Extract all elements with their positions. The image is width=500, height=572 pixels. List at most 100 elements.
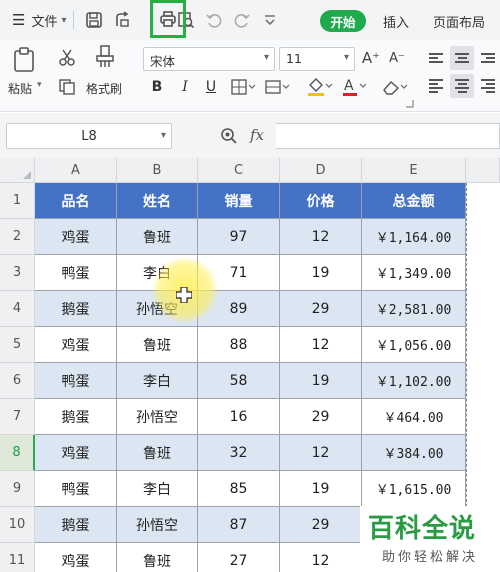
tab-start[interactable]: 开始	[320, 10, 366, 32]
table-cell[interactable]: 87	[198, 507, 280, 543]
table-cell[interactable]: 85	[198, 471, 280, 507]
row-header-1[interactable]: 1	[0, 183, 35, 219]
row-header-8[interactable]: 8	[0, 435, 35, 471]
file-menu[interactable]: ☰ 文件 ▾	[12, 11, 67, 30]
table-cell[interactable]: 29	[280, 399, 362, 435]
font-color-button[interactable]: A	[340, 76, 370, 98]
table-cell[interactable]: ￥1,102.00	[362, 363, 466, 399]
select-all-corner[interactable]	[0, 158, 35, 183]
row-header-11[interactable]: 11	[0, 543, 35, 572]
bold-button[interactable]: B	[148, 76, 166, 98]
row-header-6[interactable]: 6	[0, 363, 35, 399]
font-name-select[interactable]: 宋体 ▾	[143, 47, 275, 71]
table-cell[interactable]: 鹅蛋	[35, 291, 117, 327]
paste-button[interactable]	[10, 46, 38, 74]
column-header-d[interactable]: D	[280, 158, 362, 183]
save-button[interactable]	[82, 8, 106, 32]
table-cell[interactable]: 32	[198, 435, 280, 471]
tab-page-layout[interactable]: 页面布局	[433, 12, 485, 31]
column-header-e[interactable]: E	[362, 158, 466, 183]
table-header-cell[interactable]: 总金额	[362, 183, 466, 219]
decrease-font-button[interactable]: A⁻	[388, 47, 406, 69]
font-dialog-launcher[interactable]	[404, 98, 414, 108]
tab-insert[interactable]: 插入	[383, 12, 409, 31]
table-cell[interactable]: ￥1,349.00	[362, 255, 466, 291]
row-header-5[interactable]: 5	[0, 327, 35, 363]
table-cell[interactable]: 鲁班	[117, 543, 198, 572]
table-cell[interactable]: 12	[280, 543, 362, 572]
align-top-left-button[interactable]	[424, 46, 448, 70]
redo-button[interactable]	[230, 8, 254, 32]
table-cell[interactable]: ￥384.00	[362, 435, 466, 471]
row-header-3[interactable]: 3	[0, 255, 35, 291]
table-cell[interactable]: 鸭蛋	[35, 363, 117, 399]
table-header-cell[interactable]: 姓名	[117, 183, 198, 219]
table-cell[interactable]: 19	[280, 363, 362, 399]
row-header-4[interactable]: 4	[0, 291, 35, 327]
align-top-right-button[interactable]	[476, 46, 500, 70]
column-header-f[interactable]	[466, 158, 500, 183]
cut-button[interactable]	[56, 46, 78, 68]
table-header-cell[interactable]: 销量	[198, 183, 280, 219]
align-right-button[interactable]	[476, 74, 500, 98]
table-cell[interactable]: 97	[198, 219, 280, 255]
italic-button[interactable]: I	[176, 76, 194, 98]
row-header-9[interactable]: 9	[0, 471, 35, 507]
insert-function-button[interactable]: fx	[250, 126, 264, 144]
table-cell[interactable]: ￥1,056.00	[362, 327, 466, 363]
row-header-2[interactable]: 2	[0, 219, 35, 255]
table-cell[interactable]: 89	[198, 291, 280, 327]
table-cell[interactable]: 71	[198, 255, 280, 291]
table-cell[interactable]: 鲁班	[117, 219, 198, 255]
underline-button[interactable]: U	[202, 76, 220, 98]
table-cell[interactable]: 88	[198, 327, 280, 363]
table-cell[interactable]: 鸭蛋	[35, 471, 117, 507]
table-cell[interactable]: ￥1,164.00	[362, 219, 466, 255]
increase-font-button[interactable]: A⁺	[362, 47, 380, 69]
table-cell[interactable]: 12	[280, 327, 362, 363]
font-size-select[interactable]: 11 ▾	[279, 47, 355, 71]
clear-button[interactable]	[380, 76, 410, 98]
column-header-c[interactable]: C	[198, 158, 280, 183]
undo-button[interactable]	[202, 8, 226, 32]
table-cell[interactable]: ￥1,615.00	[362, 471, 466, 507]
table-cell[interactable]: 孙悟空	[117, 507, 198, 543]
table-header-cell[interactable]: 价格	[280, 183, 362, 219]
name-box[interactable]: L8 ▾	[6, 123, 172, 149]
table-cell[interactable]: 58	[198, 363, 280, 399]
table-cell[interactable]: 12	[280, 219, 362, 255]
table-cell[interactable]: 19	[280, 255, 362, 291]
table-cell[interactable]: 鹅蛋	[35, 399, 117, 435]
row-header-7[interactable]: 7	[0, 399, 35, 435]
table-cell[interactable]: 29	[280, 507, 362, 543]
fill-color-button[interactable]	[305, 76, 335, 98]
table-cell[interactable]: 鸡蛋	[35, 543, 117, 572]
table-cell[interactable]: 李白	[117, 363, 198, 399]
table-header-cell[interactable]: 品名	[35, 183, 117, 219]
table-cell[interactable]: 鸡蛋	[35, 219, 117, 255]
table-cell[interactable]: 19	[280, 471, 362, 507]
cell-style-button[interactable]	[264, 76, 292, 98]
table-cell[interactable]: 鲁班	[117, 435, 198, 471]
table-cell[interactable]: ￥464.00	[362, 399, 466, 435]
table-cell[interactable]: 鲁班	[117, 327, 198, 363]
formula-input[interactable]	[276, 123, 500, 149]
format-painter-button[interactable]	[92, 44, 118, 70]
table-cell[interactable]: 李白	[117, 255, 198, 291]
align-left-button[interactable]	[424, 74, 448, 98]
table-cell[interactable]: 鸡蛋	[35, 435, 117, 471]
align-center-button[interactable]	[450, 74, 474, 98]
borders-button[interactable]	[230, 76, 258, 98]
table-cell[interactable]: 27	[198, 543, 280, 572]
table-cell[interactable]: ￥2,581.00	[362, 291, 466, 327]
customize-toolbar-button[interactable]	[258, 8, 282, 32]
column-header-b[interactable]: B	[117, 158, 198, 183]
format-history-button[interactable]	[110, 8, 134, 32]
table-cell[interactable]: 鸡蛋	[35, 327, 117, 363]
print-button[interactable]	[150, 0, 186, 38]
table-cell[interactable]: 李白	[117, 471, 198, 507]
table-cell[interactable]: 鸭蛋	[35, 255, 117, 291]
copy-button[interactable]	[56, 76, 78, 98]
column-header-a[interactable]: A	[35, 158, 117, 183]
table-cell[interactable]: 16	[198, 399, 280, 435]
